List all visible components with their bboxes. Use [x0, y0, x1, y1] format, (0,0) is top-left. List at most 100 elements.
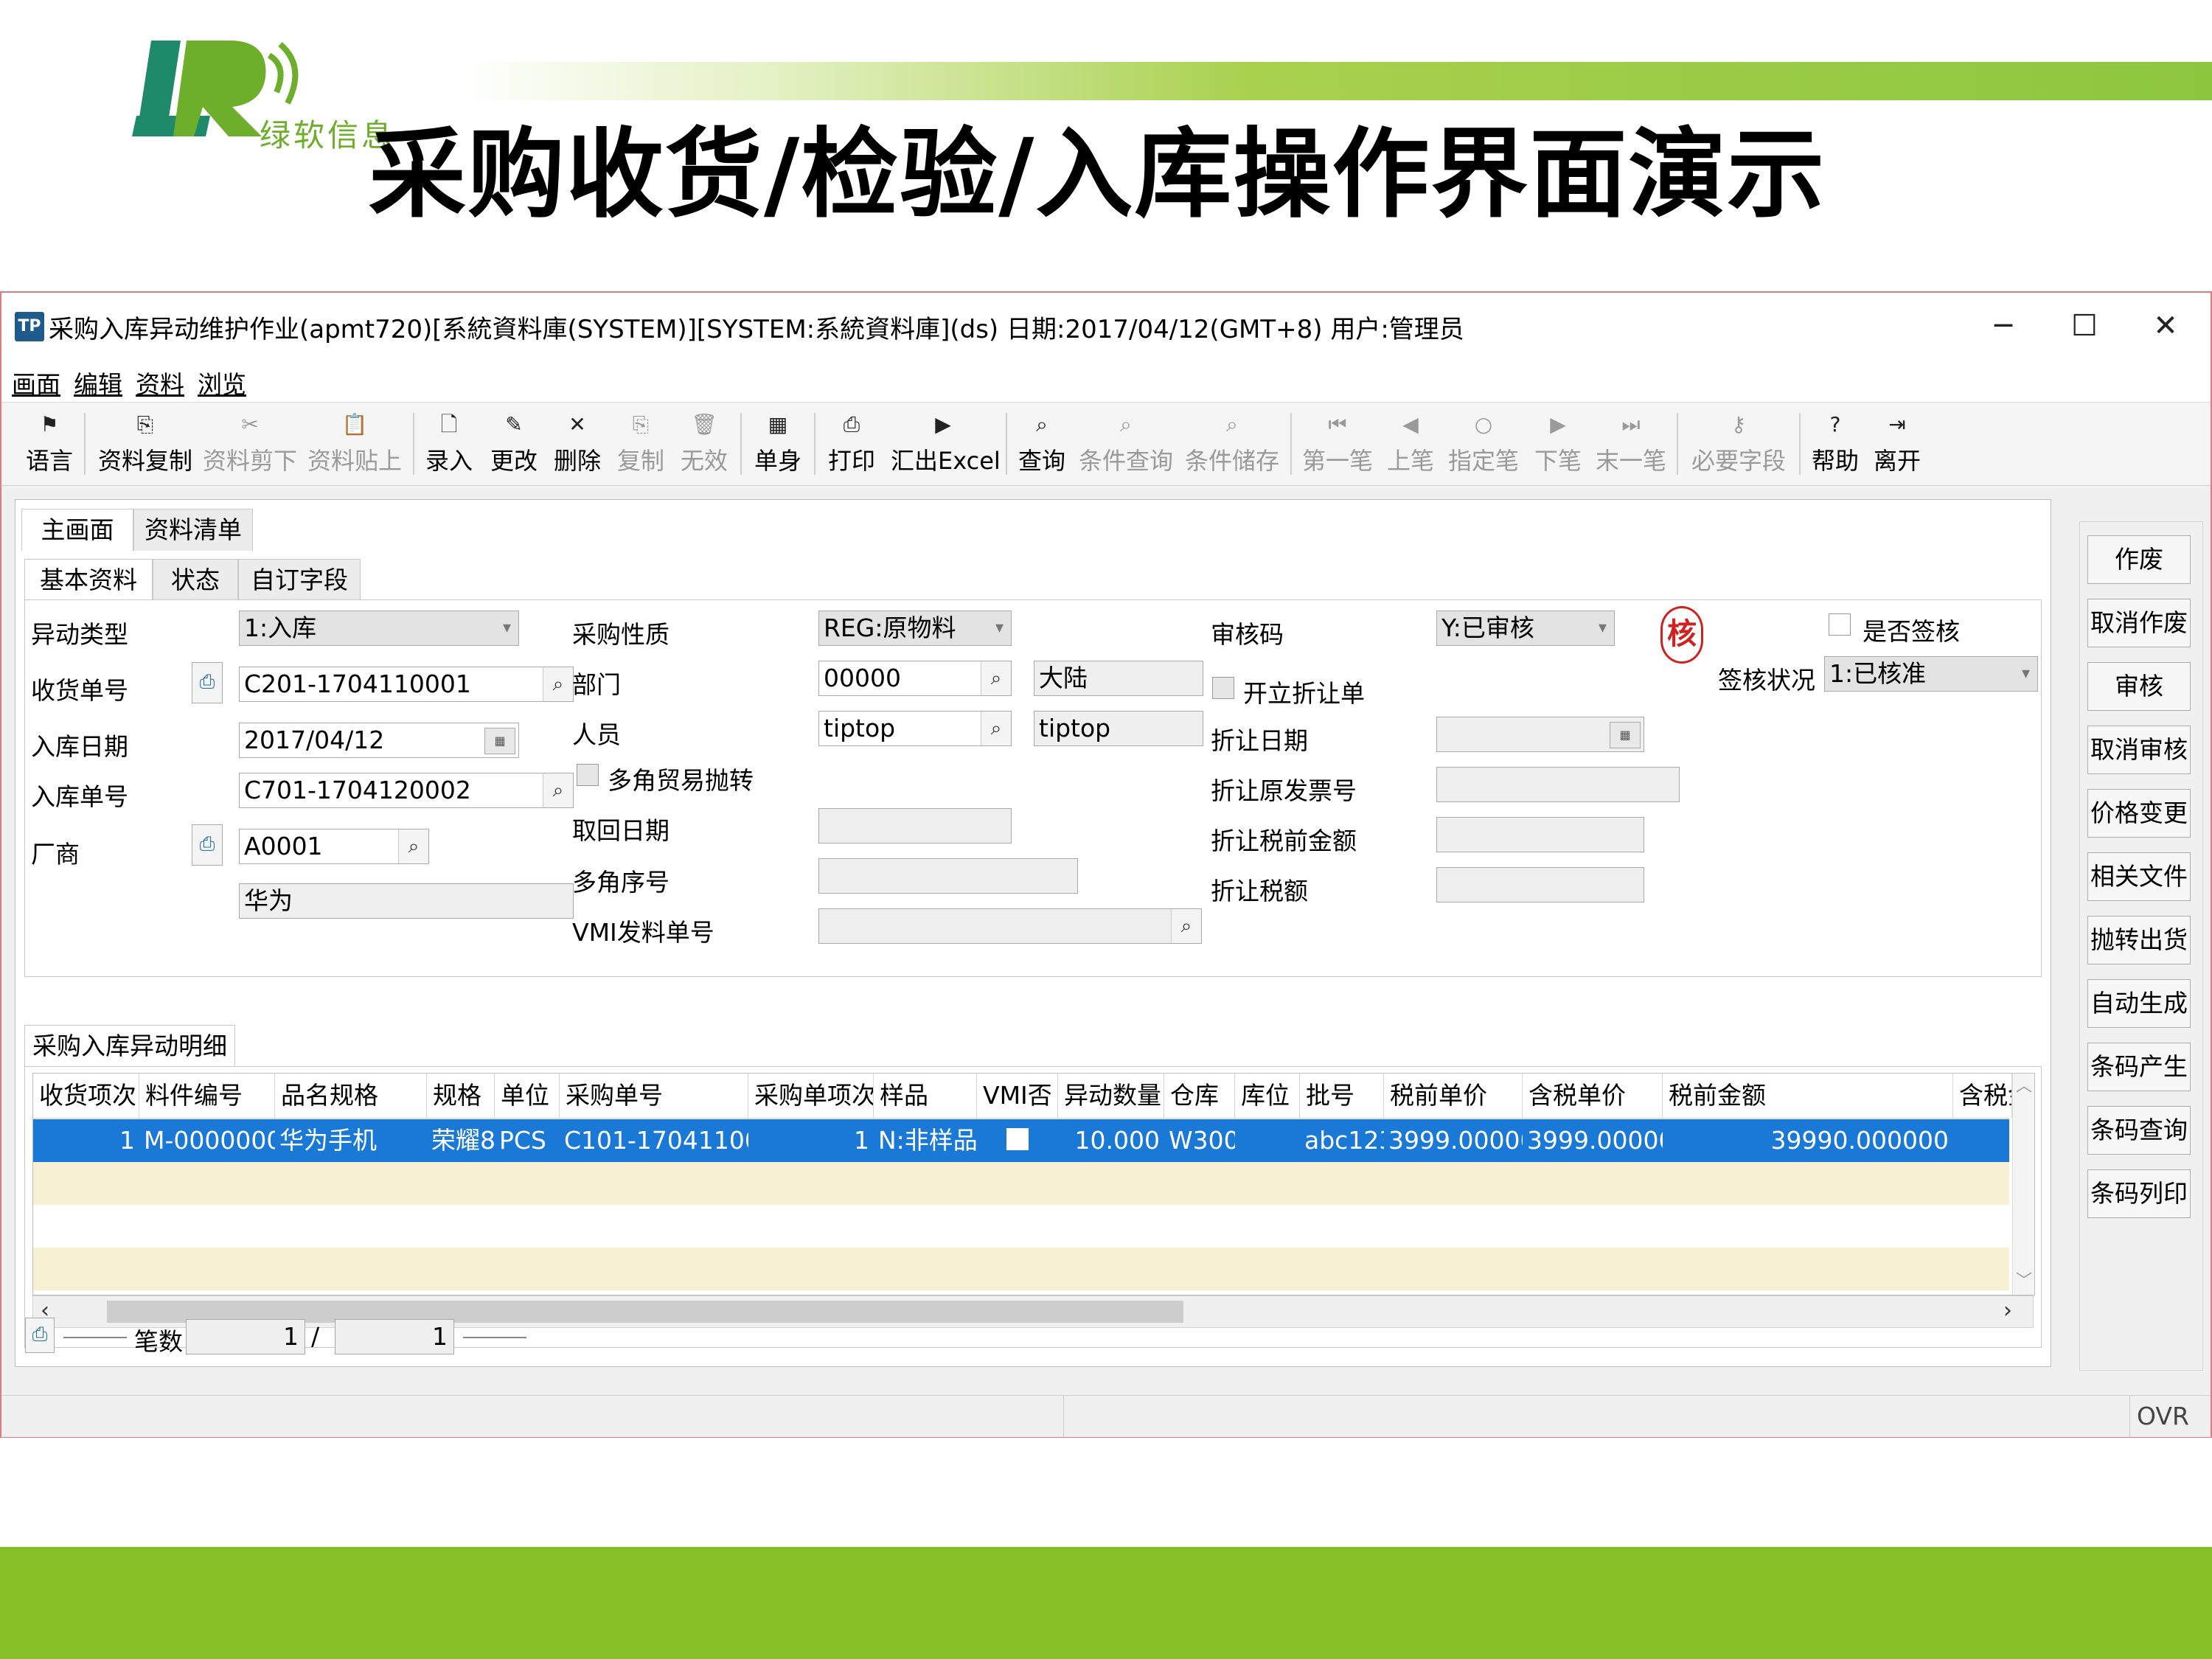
search-icon[interactable]: ⌕	[981, 661, 1011, 695]
cancel-audit-button[interactable]: 取消审核	[2087, 726, 2191, 774]
department-code-field[interactable]: 00000 ⌕	[818, 661, 1012, 696]
toolbar-modify-button[interactable]: ✎ 更改	[488, 407, 540, 481]
discount-date-field[interactable]: ▦	[1436, 717, 1644, 752]
multi-trade-checkbox[interactable]	[577, 764, 599, 786]
scroll-right-icon[interactable]: ›	[2003, 1298, 2012, 1324]
receipt-zoom-button[interactable]: ⎙	[192, 662, 223, 703]
toolbar-duplicate-button[interactable]: ⎘ 复制	[615, 407, 667, 481]
column-header[interactable]: 品名规格	[275, 1074, 427, 1118]
tab-status[interactable]: 状态	[153, 559, 238, 601]
discount-note-checkbox[interactable]	[1212, 677, 1234, 699]
void-button[interactable]: 作废	[2087, 535, 2191, 584]
toolbar-detail-button[interactable]: ▦ 单身	[752, 407, 804, 481]
toolbar-condition-query-button[interactable]: ⌕ 条件查询	[1078, 407, 1174, 481]
search-icon[interactable]: ⌕	[1171, 909, 1201, 943]
menu-browse[interactable]: 浏览	[198, 365, 246, 400]
discount-invoice-field[interactable]	[1436, 767, 1680, 802]
column-header[interactable]: 收货项次	[33, 1074, 139, 1118]
barcode-query-button[interactable]: 条码查询	[2087, 1106, 2191, 1155]
minimize-button[interactable]: ─	[1963, 302, 2044, 350]
horizontal-scrollbar[interactable]: ‹ ›	[32, 1295, 2034, 1328]
tab-data-list[interactable]: 资料清单	[133, 509, 253, 551]
table-row[interactable]: 1 M-00000001 华为手机 荣耀8 PCS C101-170411000…	[33, 1119, 2009, 1162]
column-header[interactable]: 仓库	[1164, 1074, 1235, 1118]
toolbar-delete-button[interactable]: ✕ 删除	[552, 407, 603, 481]
column-header[interactable]: 采购单号	[560, 1074, 748, 1118]
current-record-field[interactable]: 1	[186, 1319, 305, 1354]
vmi-checkbox[interactable]	[1006, 1128, 1029, 1150]
toolbar-copy-data-button[interactable]: ⎘ 资料复制	[97, 407, 193, 481]
toolbar-required-fields-button[interactable]: ⚷ 必要字段	[1688, 407, 1789, 481]
toolbar-insert-button[interactable]: 🗋 录入	[423, 407, 475, 481]
search-icon[interactable]: ⌕	[543, 667, 573, 701]
search-icon[interactable]: ⌕	[543, 773, 573, 807]
column-header[interactable]: 库位	[1235, 1074, 1300, 1118]
column-header[interactable]: 样品	[874, 1074, 977, 1118]
discount-tax-field[interactable]	[1436, 867, 1644, 902]
price-change-button[interactable]: 价格变更	[2087, 789, 2191, 838]
toolbar-next-record-button[interactable]: ▶ 下笔	[1532, 407, 1584, 481]
vertical-scrollbar[interactable]: ︿ ﹀	[2012, 1074, 2034, 1295]
purchase-nature-select[interactable]: REG:原物料	[818, 611, 1012, 646]
toolbar-paste-button[interactable]: 📋 资料贴上	[307, 407, 403, 481]
menu-edit[interactable]: 编辑	[74, 365, 122, 400]
related-documents-button[interactable]: 相关文件	[2087, 852, 2191, 901]
calendar-icon[interactable]: ▦	[1610, 722, 1641, 748]
column-header[interactable]: 料件编号	[139, 1074, 275, 1118]
navigator-zoom-button[interactable]: ⎙	[25, 1318, 55, 1353]
vendor-code-field[interactable]: A0001 ⌕	[239, 829, 429, 864]
receipt-no-field[interactable]: C201-1704110001 ⌕	[239, 667, 574, 702]
toolbar-last-record-button[interactable]: ⏭ 末一笔	[1594, 407, 1668, 481]
person-code-field[interactable]: tiptop ⌕	[818, 711, 1012, 746]
vendor-zoom-button[interactable]: ⎙	[192, 824, 223, 866]
toolbar-goto-record-button[interactable]: ○ 指定笔	[1447, 407, 1520, 481]
multi-seq-field[interactable]	[818, 858, 1078, 894]
toolbar-exit-button[interactable]: ⇥ 离开	[1871, 407, 1923, 481]
column-header[interactable]: 批号	[1300, 1074, 1384, 1118]
column-header[interactable]: 税前单价	[1384, 1074, 1523, 1118]
retrieve-date-field[interactable]	[818, 808, 1012, 844]
sign-status-select[interactable]: 1:已核准	[1824, 656, 2038, 692]
barcode-generate-button[interactable]: 条码产生	[2087, 1043, 2191, 1091]
transfer-shipment-button[interactable]: 抛转出货	[2087, 916, 2191, 964]
toolbar-export-excel-button[interactable]: ▶ 汇出Excel	[891, 407, 1001, 481]
search-icon[interactable]: ⌕	[398, 830, 428, 863]
toolbar-prev-record-button[interactable]: ◀ 上笔	[1385, 407, 1436, 481]
stock-in-date-field[interactable]: 2017/04/12 ▦	[239, 723, 519, 758]
auto-generate-button[interactable]: 自动生成	[2087, 979, 2191, 1028]
column-header[interactable]: 含税单价	[1523, 1074, 1663, 1118]
menu-data[interactable]: 资料	[136, 365, 184, 400]
search-icon[interactable]: ⌕	[981, 712, 1011, 745]
tab-custom-fields[interactable]: 自订字段	[238, 559, 361, 601]
scroll-up-icon[interactable]: ︿	[2013, 1074, 2034, 1100]
toolbar-print-button[interactable]: ⎙ 打印	[826, 407, 877, 481]
toolbar-cut-button[interactable]: ✂ 资料剪下	[202, 407, 298, 481]
maximize-button[interactable]: ☐	[2044, 302, 2125, 350]
vmi-issue-no-field[interactable]: ⌕	[818, 908, 1202, 944]
column-header[interactable]: 规格	[427, 1074, 495, 1118]
audit-button[interactable]: 审核	[2087, 662, 2191, 711]
column-header[interactable]: 含税金	[1953, 1074, 2012, 1118]
tab-basic-info[interactable]: 基本资料	[24, 559, 153, 601]
table-row[interactable]	[33, 1162, 2009, 1205]
audit-code-select[interactable]: Y:已审核	[1436, 611, 1615, 646]
toolbar-first-record-button[interactable]: ⏮ 第一笔	[1301, 407, 1374, 481]
toolbar-help-button[interactable]: ? 帮助	[1809, 407, 1861, 481]
column-header[interactable]: 单位	[495, 1074, 560, 1118]
tab-stock-in-detail[interactable]: 采购入库异动明细	[24, 1025, 235, 1067]
toolbar-language-button[interactable]: ⚑ 语言	[24, 407, 75, 481]
type-select[interactable]: 1:入库	[239, 611, 519, 646]
discount-pretax-field[interactable]	[1436, 817, 1644, 852]
barcode-print-button[interactable]: 条码列印	[2087, 1169, 2191, 1218]
close-button[interactable]: ✕	[2125, 302, 2206, 350]
toolbar-invalid-button[interactable]: 🗑 无效	[678, 407, 730, 481]
table-row[interactable]	[33, 1205, 2009, 1248]
table-row[interactable]	[33, 1248, 2009, 1290]
stock-in-no-field[interactable]: C701-1704120002 ⌕	[239, 773, 574, 808]
calendar-icon[interactable]: ▦	[484, 728, 515, 754]
column-header[interactable]: 异动数量	[1058, 1074, 1164, 1118]
need-sign-checkbox[interactable]	[1829, 613, 1851, 636]
toolbar-condition-save-button[interactable]: ⌕ 条件储存	[1184, 407, 1280, 481]
column-header[interactable]: VMI否	[977, 1074, 1058, 1118]
tab-main[interactable]: 主画面	[21, 509, 133, 551]
